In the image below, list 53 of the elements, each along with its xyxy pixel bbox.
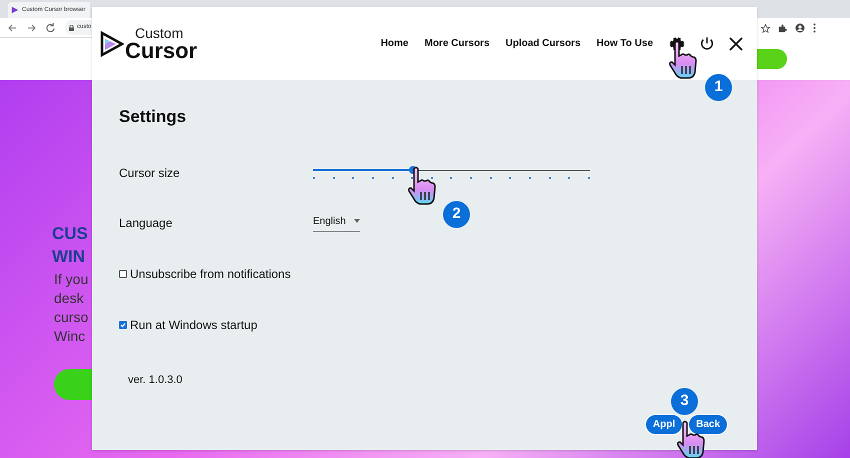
slider-tick <box>568 176 570 178</box>
slider-tick <box>392 176 394 178</box>
hero-text: desk <box>54 289 85 308</box>
star-icon[interactable] <box>761 24 770 32</box>
hand-pointer-icon <box>668 40 698 80</box>
lock-icon <box>69 24 74 30</box>
nav-link[interactable]: Home <box>380 36 408 51</box>
hero-heading: CUS <box>52 223 88 245</box>
slider-tick <box>588 176 590 178</box>
slider-tick <box>332 176 335 178</box>
hero-text: curso <box>54 308 88 327</box>
slider-tick <box>430 176 433 178</box>
version-text: ver. 1.0.3.0 <box>128 372 184 388</box>
logo-text: Custom <box>135 26 184 40</box>
slider-tick <box>450 176 452 178</box>
reload-icon[interactable] <box>46 23 55 32</box>
nav-link[interactable]: More Cursors <box>424 36 490 51</box>
slider-tick <box>490 176 492 178</box>
hand-pointer-icon <box>407 166 437 206</box>
hero-text: Winc <box>54 327 86 346</box>
cursor-logo-icon <box>11 6 19 14</box>
profile-icon[interactable] <box>795 23 805 33</box>
settings-title: Settings <box>119 106 188 128</box>
slider-tick <box>411 176 414 178</box>
forward-arrow-icon[interactable] <box>27 24 36 32</box>
checkbox[interactable] <box>119 320 127 328</box>
nav-link[interactable]: Upload Cursors <box>506 36 581 51</box>
slider-tick <box>529 176 532 178</box>
slider-tick <box>313 176 315 178</box>
caret-icon <box>354 219 360 223</box>
action-button[interactable]: Back <box>688 414 728 435</box>
slider-tick <box>509 176 512 178</box>
language-label: Language <box>119 214 174 232</box>
option-label: Run at Windows startup <box>130 316 258 334</box>
menu-icon[interactable] <box>813 23 816 33</box>
puzzle-icon[interactable] <box>778 24 787 32</box>
language-dropdown[interactable]: English <box>313 214 360 232</box>
hero-heading: WIN <box>52 246 86 268</box>
option-label: Unsubscribe from notifications <box>130 266 291 282</box>
cursor-size-label: Cursor size <box>119 164 181 182</box>
slider-tick <box>548 176 551 178</box>
back-arrow-icon[interactable] <box>8 24 17 32</box>
slider-tick <box>372 176 374 178</box>
close-icon[interactable] <box>729 36 743 50</box>
cursor-logo-icon <box>100 30 124 56</box>
action-button[interactable]: Appl <box>644 414 684 435</box>
slider-tick <box>352 176 354 178</box>
power-icon[interactable] <box>699 36 715 52</box>
hero-text: If you <box>54 270 88 289</box>
nav-link[interactable]: How To Use <box>596 36 653 51</box>
logo-text: Cursor <box>125 40 198 62</box>
checkbox[interactable] <box>119 270 127 278</box>
slider-tick <box>470 176 472 178</box>
